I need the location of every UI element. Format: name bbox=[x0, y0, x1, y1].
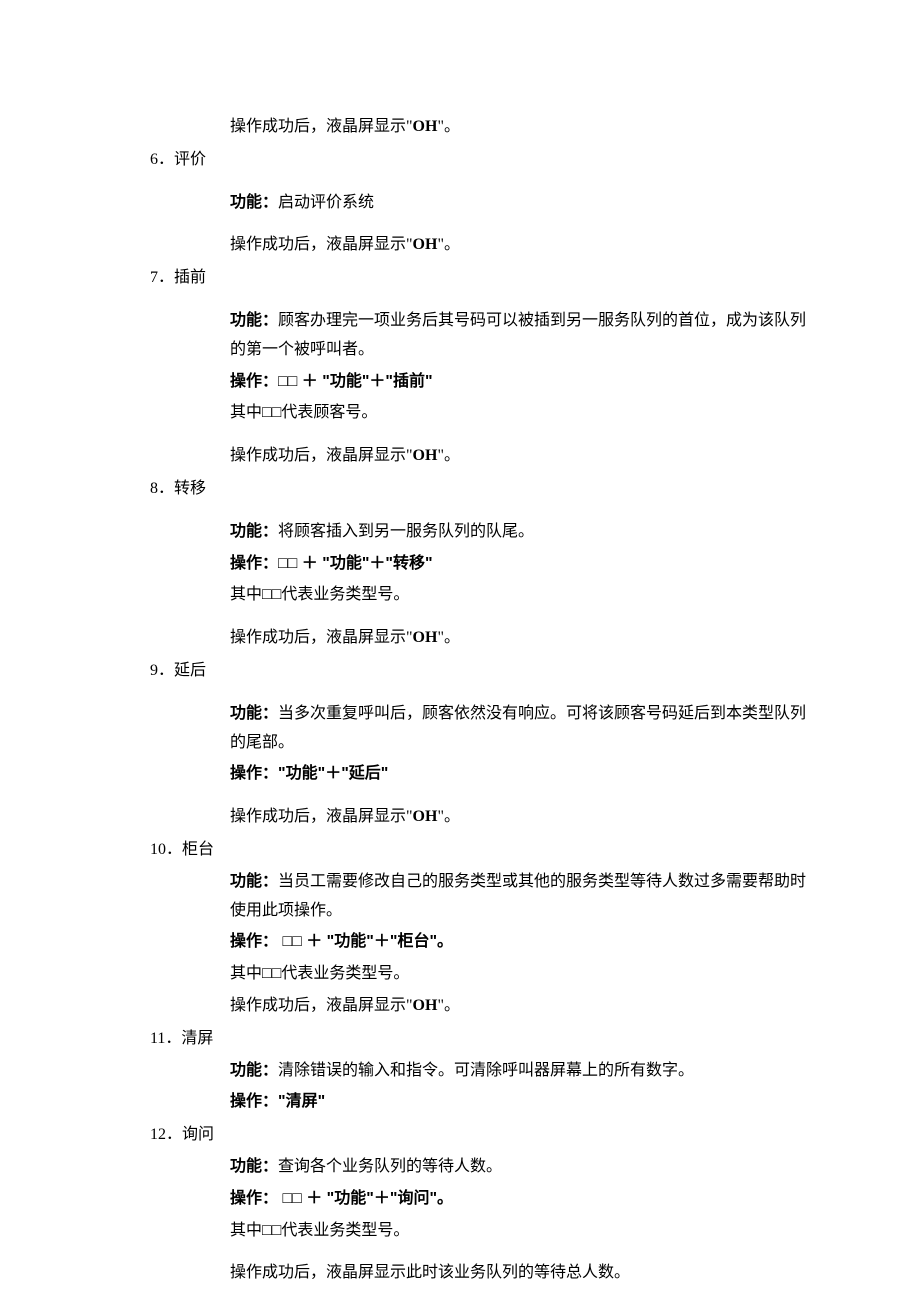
item-10-op: 操作： □□ ＋ "功能"＋"柜台"。 bbox=[230, 928, 810, 957]
item-number: 7． bbox=[150, 264, 174, 293]
op-label: 操作： bbox=[230, 933, 278, 950]
item-7-op: 操作：□□ ＋ "功能"＋"插前" bbox=[230, 368, 810, 397]
op-label: 操作： bbox=[230, 765, 278, 782]
item-title: 清屏 bbox=[181, 1030, 213, 1047]
text: "。 bbox=[437, 447, 460, 464]
intro-success-line: 操作成功后，液晶屏显示"OH"。 bbox=[230, 113, 810, 142]
text: "。 bbox=[437, 808, 460, 825]
item-11-heading: 11．清屏 bbox=[150, 1025, 810, 1054]
item-11-func: 功能：清除错误的输入和指令。可清除呼叫器屏幕上的所有数字。 bbox=[230, 1057, 810, 1086]
item-6-success: 操作成功后，液晶屏显示"OH"。 bbox=[230, 231, 810, 260]
item-8-func: 功能：将顾客插入到另一服务队列的队尾。 bbox=[230, 518, 810, 547]
text: "。 bbox=[437, 997, 460, 1014]
oh-label: OH bbox=[413, 629, 438, 646]
item-12-success: 操作成功后，液晶屏显示此时该业务队列的等待总人数。 bbox=[230, 1259, 810, 1288]
op-text: "清屏" bbox=[278, 1093, 325, 1110]
item-number: 8． bbox=[150, 475, 174, 504]
item-8-op: 操作：□□ ＋ "功能"＋"转移" bbox=[230, 550, 810, 579]
item-10-note: 其中□□代表业务类型号。 bbox=[230, 960, 810, 989]
func-label: 功能： bbox=[230, 523, 278, 540]
item-6-func: 功能：启动评价系统 bbox=[230, 189, 810, 218]
oh-label: OH bbox=[413, 236, 438, 253]
op-label: 操作： bbox=[230, 1093, 278, 1110]
item-8-heading: 8．转移 bbox=[150, 475, 810, 504]
item-title: 询问 bbox=[182, 1126, 214, 1143]
op-text: □□ ＋ "功能"＋"询问"。 bbox=[278, 1190, 453, 1207]
item-9-heading: 9．延后 bbox=[150, 657, 810, 686]
item-7-note: 其中□□代表顾客号。 bbox=[230, 399, 810, 428]
func-label: 功能： bbox=[230, 194, 278, 211]
item-7-func: 功能：顾客办理完一项业务后其号码可以被插到另一服务队列的首位，成为该队列的第一个… bbox=[230, 307, 810, 365]
text: 操作成功后，液晶屏显示" bbox=[230, 447, 413, 464]
oh-label: OH bbox=[413, 118, 438, 135]
item-7-heading: 7．插前 bbox=[150, 264, 810, 293]
item-12-func: 功能：查询各个业务队列的等待人数。 bbox=[230, 1153, 810, 1182]
text: 操作成功后，液晶屏显示" bbox=[230, 629, 413, 646]
success-text: 操作成功后，液晶屏显示此时该业务队列的等待总人数。 bbox=[230, 1264, 630, 1281]
op-text: □□ ＋ "功能"＋"转移" bbox=[278, 555, 433, 572]
text: "。 bbox=[437, 236, 460, 253]
func-label: 功能： bbox=[230, 1062, 278, 1079]
func-text: 清除错误的输入和指令。可清除呼叫器屏幕上的所有数字。 bbox=[278, 1062, 694, 1079]
oh-label: OH bbox=[413, 997, 438, 1014]
note-text: 其中□□代表顾客号。 bbox=[230, 404, 377, 421]
item-number: 12． bbox=[150, 1121, 182, 1150]
item-10-func: 功能：当员工需要修改自己的服务类型或其他的服务类型等待人数过多需要帮助时使用此项… bbox=[230, 868, 810, 926]
func-text: 当员工需要修改自己的服务类型或其他的服务类型等待人数过多需要帮助时使用此项操作。 bbox=[230, 873, 806, 919]
oh-label: OH bbox=[413, 808, 438, 825]
item-title: 评价 bbox=[174, 151, 206, 168]
item-9-op: 操作："功能"＋"延后" bbox=[230, 760, 810, 789]
func-text: 将顾客插入到另一服务队列的队尾。 bbox=[278, 523, 534, 540]
op-label: 操作： bbox=[230, 1190, 278, 1207]
item-9-func: 功能：当多次重复呼叫后，顾客依然没有响应。可将该顾客号码延后到本类型队列的尾部。 bbox=[230, 700, 810, 758]
item-8-success: 操作成功后，液晶屏显示"OH"。 bbox=[230, 624, 810, 653]
item-12-op: 操作： □□ ＋ "功能"＋"询问"。 bbox=[230, 1185, 810, 1214]
op-text: □□ ＋ "功能"＋"插前" bbox=[278, 373, 433, 390]
text: "。 bbox=[437, 118, 460, 135]
item-12-heading: 12．询问 bbox=[150, 1121, 810, 1150]
func-text: 查询各个业务队列的等待人数。 bbox=[278, 1158, 502, 1175]
op-label: 操作： bbox=[230, 373, 278, 390]
op-text: □□ ＋ "功能"＋"柜台"。 bbox=[278, 933, 453, 950]
item-title: 插前 bbox=[174, 269, 206, 286]
item-title: 延后 bbox=[174, 662, 206, 679]
func-label: 功能： bbox=[230, 705, 278, 722]
item-title: 转移 bbox=[174, 480, 206, 497]
note-text: 其中□□代表业务类型号。 bbox=[230, 1222, 409, 1239]
note-text: 其中□□代表业务类型号。 bbox=[230, 586, 409, 603]
func-text: 启动评价系统 bbox=[278, 194, 374, 211]
item-12-note: 其中□□代表业务类型号。 bbox=[230, 1217, 810, 1246]
item-10-heading: 10．柜台 bbox=[150, 836, 810, 865]
item-number: 11． bbox=[150, 1025, 181, 1054]
item-11-op: 操作："清屏" bbox=[230, 1088, 810, 1117]
func-label: 功能： bbox=[230, 1158, 278, 1175]
text: 操作成功后，液晶屏显示" bbox=[230, 808, 413, 825]
note-text: 其中□□代表业务类型号。 bbox=[230, 965, 409, 982]
item-number: 10． bbox=[150, 836, 182, 865]
op-text: "功能"＋"延后" bbox=[278, 765, 388, 782]
text: 操作成功后，液晶屏显示" bbox=[230, 997, 413, 1014]
func-label: 功能： bbox=[230, 873, 278, 890]
item-7-success: 操作成功后，液晶屏显示"OH"。 bbox=[230, 442, 810, 471]
text: "。 bbox=[437, 629, 460, 646]
text: 操作成功后，液晶屏显示" bbox=[230, 236, 413, 253]
document-body: 操作成功后，液晶屏显示"OH"。 6．评价 功能：启动评价系统 操作成功后，液晶… bbox=[150, 113, 810, 1288]
oh-label: OH bbox=[413, 447, 438, 464]
item-title: 柜台 bbox=[182, 841, 214, 858]
func-label: 功能： bbox=[230, 312, 278, 329]
item-number: 6． bbox=[150, 146, 174, 175]
item-9-success: 操作成功后，液晶屏显示"OH"。 bbox=[230, 803, 810, 832]
func-text: 当多次重复呼叫后，顾客依然没有响应。可将该顾客号码延后到本类型队列的尾部。 bbox=[230, 705, 806, 751]
text: 操作成功后，液晶屏显示" bbox=[230, 118, 413, 135]
op-label: 操作： bbox=[230, 555, 278, 572]
item-number: 9． bbox=[150, 657, 174, 686]
item-6-heading: 6．评价 bbox=[150, 146, 810, 175]
item-8-note: 其中□□代表业务类型号。 bbox=[230, 581, 810, 610]
func-text: 顾客办理完一项业务后其号码可以被插到另一服务队列的首位，成为该队列的第一个被呼叫… bbox=[230, 312, 806, 358]
item-10-success: 操作成功后，液晶屏显示"OH"。 bbox=[230, 992, 810, 1021]
